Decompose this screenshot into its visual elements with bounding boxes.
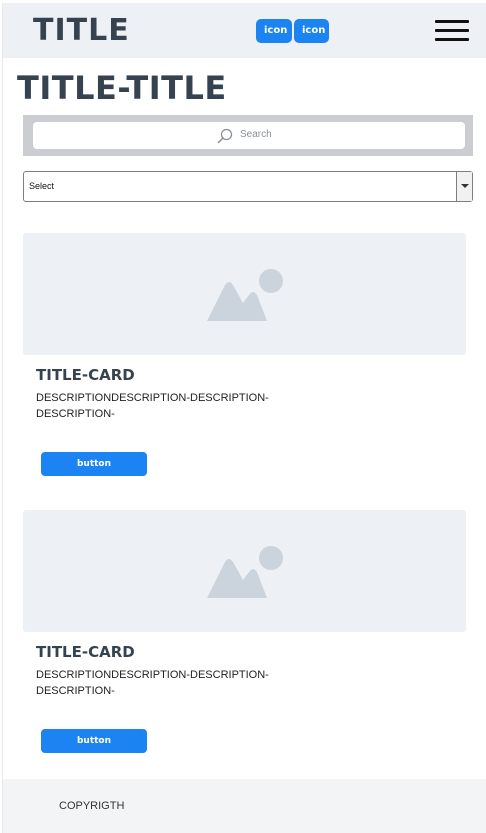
card-image: [23, 510, 466, 632]
copyright-text: COPYRIGTH: [59, 800, 125, 812]
card-description: DESCRIPTIONDESCRIPTION-DESCRIPTION-DESCR…: [36, 392, 269, 420]
logo[interactable]: TITLE: [33, 13, 130, 48]
search-placeholder: Search: [240, 129, 272, 140]
chevron-down-icon[interactable]: [456, 172, 472, 201]
card: TITLE-CARD DESCRIPTIONDESCRIPTION-DESCRI…: [23, 233, 466, 476]
card-title: TITLE-CARD: [36, 366, 135, 384]
hamburger-line: [435, 29, 469, 32]
card: TITLE-CARD DESCRIPTIONDESCRIPTION-DESCRI…: [23, 510, 466, 753]
hamburger-line: [435, 20, 469, 23]
footer: COPYRIGTH: [3, 779, 486, 833]
header: TITLE icon icon: [3, 3, 486, 58]
card-button[interactable]: button: [41, 452, 147, 476]
header-icon-button-2[interactable]: icon: [294, 19, 329, 43]
hamburger-menu-icon[interactable]: [435, 19, 469, 43]
filter-select[interactable]: Select: [23, 171, 473, 202]
search-icon: [217, 128, 233, 144]
select-value: Select: [29, 181, 55, 191]
page-frame: TITLE icon icon TITLE-TITLE Search Selec…: [2, 3, 486, 833]
image-placeholder-icon: [207, 269, 283, 321]
card-image: [23, 233, 466, 355]
card-title: TITLE-CARD: [36, 643, 135, 661]
card-description: DESCRIPTIONDESCRIPTION-DESCRIPTION-DESCR…: [36, 669, 269, 697]
hamburger-line: [435, 38, 469, 41]
page-title: TITLE-TITLE: [17, 69, 227, 107]
card-button[interactable]: button: [41, 729, 147, 753]
image-placeholder-icon: [207, 546, 283, 598]
search-bar: Search: [23, 115, 473, 156]
search-input[interactable]: Search: [33, 122, 465, 149]
header-icon-button-1[interactable]: icon: [256, 19, 292, 43]
